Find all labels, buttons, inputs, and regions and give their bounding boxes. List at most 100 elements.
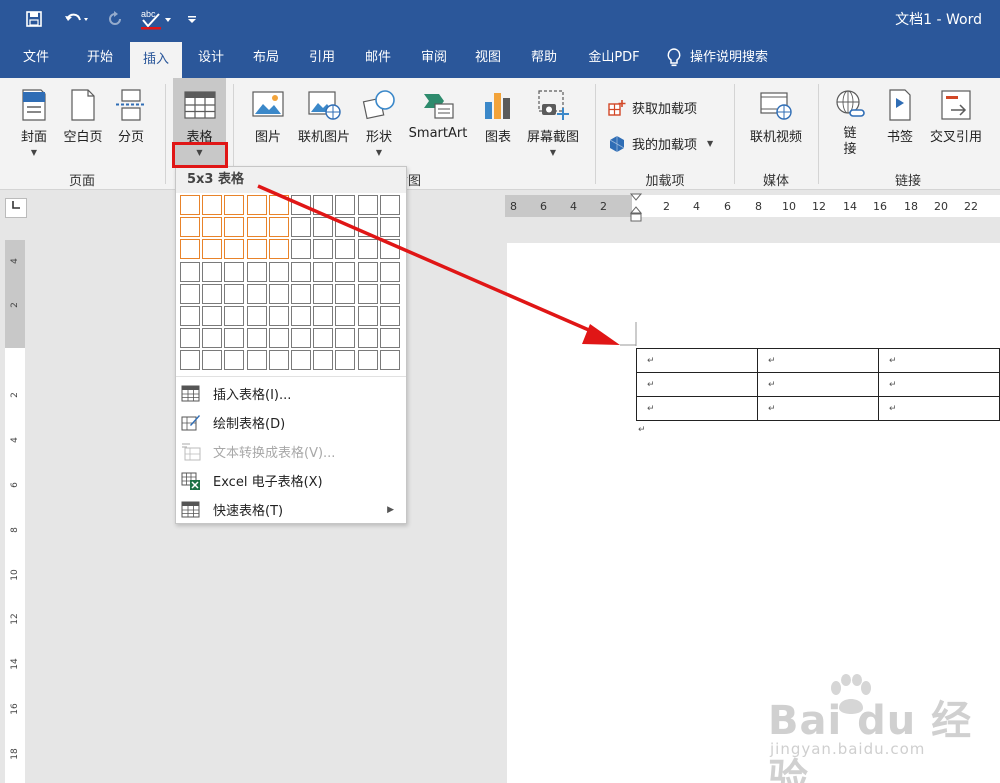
- grid-cell[interactable]: [268, 261, 289, 282]
- table-cell[interactable]: ↵: [636, 348, 758, 373]
- grid-cell[interactable]: [246, 306, 267, 326]
- grid-cell[interactable]: [291, 195, 311, 215]
- grid-cell[interactable]: [180, 283, 200, 304]
- grid-cell[interactable]: [335, 328, 356, 349]
- grid-cell[interactable]: [335, 261, 356, 282]
- grid-cell[interactable]: [246, 283, 267, 304]
- cross-reference-button[interactable]: 交叉引用: [922, 78, 990, 168]
- grid-cell[interactable]: [268, 350, 289, 371]
- grid-cell[interactable]: [379, 328, 400, 349]
- document-table[interactable]: ↵ ↵ ↵ ↵ ↵ ↵ ↵ ↵ ↵: [636, 348, 1000, 421]
- tab-mailings[interactable]: 邮件: [352, 38, 404, 78]
- grid-cell[interactable]: [313, 283, 334, 304]
- save-icon[interactable]: [22, 6, 46, 32]
- tab-stop-selector[interactable]: [5, 198, 27, 218]
- indent-marker-icon[interactable]: [628, 193, 644, 225]
- grid-cell[interactable]: [379, 283, 400, 304]
- table-cell[interactable]: ↵: [636, 396, 758, 421]
- text-to-table-menu-item[interactable]: 文本转换成表格(V)...: [176, 437, 406, 466]
- grid-cell[interactable]: [313, 261, 334, 282]
- cover-page-button[interactable]: 封面 ▼: [12, 78, 56, 168]
- table-cell[interactable]: ↵: [878, 396, 1000, 421]
- grid-cell[interactable]: [246, 217, 267, 238]
- grid-cell[interactable]: [357, 328, 378, 349]
- shapes-button[interactable]: 形状 ▼: [358, 78, 400, 168]
- grid-cell[interactable]: [268, 283, 289, 304]
- grid-cell[interactable]: [224, 261, 245, 282]
- link-button[interactable]: 链 接: [830, 78, 870, 168]
- grid-cell[interactable]: [180, 261, 200, 282]
- table-cell[interactable]: ↵: [757, 396, 879, 421]
- grid-cell[interactable]: [313, 217, 334, 238]
- tab-home[interactable]: 开始: [72, 38, 128, 78]
- grid-cell[interactable]: [268, 328, 289, 349]
- bookmark-button[interactable]: 书签: [878, 78, 922, 168]
- grid-cell[interactable]: [224, 306, 245, 326]
- tab-review[interactable]: 审阅: [408, 38, 460, 78]
- table-cell[interactable]: ↵: [878, 348, 1000, 373]
- grid-cell[interactable]: [313, 350, 334, 371]
- grid-cell[interactable]: [357, 306, 378, 326]
- grid-cell[interactable]: [379, 239, 400, 260]
- grid-cell[interactable]: [224, 283, 245, 304]
- grid-cell[interactable]: [246, 350, 267, 371]
- grid-cell[interactable]: [202, 239, 223, 260]
- screenshot-button[interactable]: 屏幕截图 ▼: [522, 78, 584, 168]
- grid-cell[interactable]: [313, 239, 334, 260]
- tab-layout[interactable]: 布局: [240, 38, 292, 78]
- undo-icon[interactable]: [60, 6, 94, 32]
- table-cell[interactable]: ↵: [757, 348, 879, 373]
- tab-design[interactable]: 设计: [186, 38, 236, 78]
- tab-view[interactable]: 视图: [462, 38, 514, 78]
- get-addins-button[interactable]: 获取加载项: [608, 98, 697, 117]
- smartart-button[interactable]: SmartArt: [402, 78, 474, 168]
- grid-cell[interactable]: [268, 239, 289, 260]
- table-cell[interactable]: ↵: [878, 372, 1000, 397]
- grid-cell[interactable]: [246, 195, 267, 215]
- tell-me-search[interactable]: 操作说明搜索: [666, 38, 768, 78]
- grid-cell[interactable]: [379, 350, 400, 371]
- quick-tables-menu-item[interactable]: 快速表格(T) ▶: [176, 495, 406, 524]
- tab-help[interactable]: 帮助: [518, 38, 570, 78]
- table-cell[interactable]: ↵: [636, 372, 758, 397]
- grid-cell[interactable]: [291, 217, 311, 238]
- grid-cell[interactable]: [335, 217, 356, 238]
- grid-cell[interactable]: [246, 239, 267, 260]
- grid-cell[interactable]: [291, 239, 311, 260]
- grid-cell[interactable]: [291, 306, 311, 326]
- grid-cell[interactable]: [180, 306, 200, 326]
- grid-cell[interactable]: [335, 239, 356, 260]
- grid-cell[interactable]: [246, 328, 267, 349]
- draw-table-menu-item[interactable]: 绘制表格(D): [176, 408, 406, 437]
- grid-cell[interactable]: [335, 283, 356, 304]
- online-picture-button[interactable]: 联机图片: [292, 78, 356, 168]
- grid-cell[interactable]: [180, 217, 200, 238]
- grid-cell[interactable]: [357, 239, 378, 260]
- grid-cell[interactable]: [224, 195, 245, 215]
- my-addins-button[interactable]: 我的加载项 ▼: [608, 134, 713, 153]
- chart-button[interactable]: 图表: [476, 78, 520, 168]
- grid-cell[interactable]: [202, 217, 223, 238]
- grid-cell[interactable]: [379, 306, 400, 326]
- grid-cell[interactable]: [379, 195, 400, 215]
- grid-cell[interactable]: [202, 261, 223, 282]
- picture-button[interactable]: 图片: [246, 78, 290, 168]
- online-video-button[interactable]: 联机视频: [742, 78, 810, 168]
- grid-cell[interactable]: [357, 195, 378, 215]
- grid-cell[interactable]: [313, 328, 334, 349]
- grid-cell[interactable]: [335, 306, 356, 326]
- grid-cell[interactable]: [268, 217, 289, 238]
- grid-cell[interactable]: [357, 283, 378, 304]
- insert-table-menu-item[interactable]: 插入表格(I)...: [176, 379, 406, 408]
- grid-cell[interactable]: [379, 217, 400, 238]
- grid-cell[interactable]: [335, 195, 356, 215]
- grid-cell[interactable]: [291, 328, 311, 349]
- grid-cell[interactable]: [224, 350, 245, 371]
- grid-cell[interactable]: [268, 306, 289, 326]
- tab-references[interactable]: 引用: [296, 38, 348, 78]
- tab-file[interactable]: 文件: [10, 38, 62, 78]
- grid-cell[interactable]: [357, 261, 378, 282]
- grid-cell[interactable]: [357, 350, 378, 371]
- table-cell[interactable]: ↵: [757, 372, 879, 397]
- blank-page-button[interactable]: 空白页: [58, 78, 108, 168]
